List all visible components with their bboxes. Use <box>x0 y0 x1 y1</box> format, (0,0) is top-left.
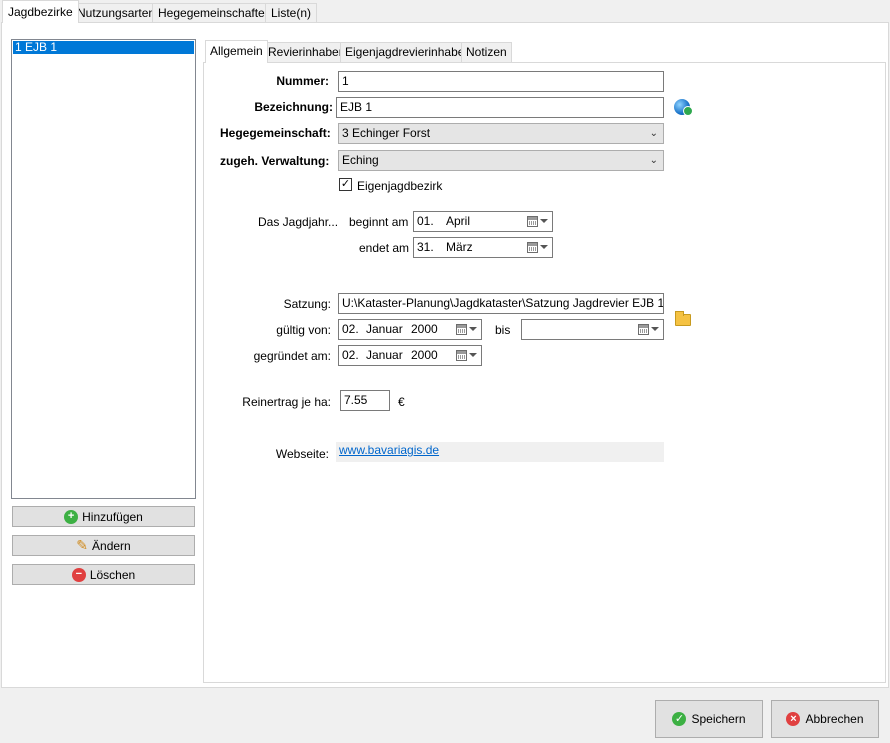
satzung-label: Satzung: <box>283 297 331 311</box>
gegruendet-label: gegründet am: <box>253 349 331 363</box>
dropdown-arrow-icon[interactable] <box>540 245 548 249</box>
plus-icon: + <box>64 509 79 524</box>
bezeichnung-label: Bezeichnung: <box>254 100 333 114</box>
save-button[interactable]: ✓ Speichern <box>655 700 763 738</box>
webseite-label: Webseite: <box>275 447 329 461</box>
tab-nutzungsarten[interactable]: Nutzungsarten <box>71 3 162 22</box>
nummer-label: Nummer: <box>276 74 329 88</box>
endet-label: endet am <box>359 241 410 255</box>
gueltig-month: Januar <box>366 322 403 336</box>
checkmark-icon: ✓ <box>672 712 687 726</box>
nummer-input[interactable]: 1 <box>338 71 664 92</box>
folder-open-icon[interactable] <box>675 311 691 326</box>
gueltig-von-date-picker[interactable]: 02. Januar 2000 <box>338 319 482 340</box>
beginnt-day: 01. <box>417 214 434 228</box>
hegegemeinschaft-select[interactable]: 3 Echinger Forst ⌄ <box>338 123 664 144</box>
satzung-input[interactable]: U:\Kataster-Planung\Jagdkataster\Satzung… <box>338 293 664 314</box>
edit-button-label: Ändern <box>92 538 131 553</box>
gegruendet-year: 2000 <box>411 348 438 362</box>
eigenjagd-checkbox[interactable]: ✓ <box>339 178 352 191</box>
verwaltung-label: zugeh. Verwaltung: <box>220 154 330 168</box>
gueltig-bis-date-picker[interactable] <box>521 319 664 340</box>
hegegemeinschaft-value: 3 Echinger Forst <box>342 126 431 140</box>
bezeichnung-input[interactable]: EJB 1 <box>336 97 664 118</box>
beginnt-date-picker[interactable]: 01. April <box>413 211 553 232</box>
calendar-icon[interactable] <box>527 242 538 253</box>
globe-icon[interactable] <box>674 99 693 116</box>
eigenjagd-label: Eigenjagdbezirk <box>357 179 443 193</box>
tab-jagdbezirke[interactable]: Jagdbezirke <box>2 0 79 23</box>
gueltig-label: gültig von: <box>276 323 331 337</box>
endet-date-picker[interactable]: 31. März <box>413 237 553 258</box>
calendar-icon[interactable] <box>456 350 467 361</box>
tab-allgemein[interactable]: Allgemein <box>205 40 268 63</box>
gueltig-day: 02. <box>342 322 359 336</box>
reinertrag-input[interactable]: 7.55 <box>340 390 390 411</box>
minus-icon: − <box>71 567 86 582</box>
hegegemeinschaft-label: Hegegemeinschaft: <box>220 126 331 140</box>
webseite-link[interactable]: www.bavariagis.de <box>339 443 439 457</box>
bis-label: bis <box>495 323 511 337</box>
list-item[interactable]: 1 EJB 1 <box>13 41 194 54</box>
endet-month: März <box>446 240 473 254</box>
gegruendet-month: Januar <box>366 348 403 362</box>
endet-day: 31. <box>417 240 434 254</box>
beginnt-label: beginnt am <box>349 215 409 229</box>
add-button[interactable]: + Hinzufügen <box>12 506 195 527</box>
edit-button[interactable]: ✎ Ändern <box>12 535 195 556</box>
calendar-icon[interactable] <box>638 324 649 335</box>
cancel-button-label: Abbrechen <box>805 712 864 726</box>
cancel-button[interactable]: × Abbrechen <box>771 700 879 738</box>
dropdown-arrow-icon[interactable] <box>469 353 477 357</box>
outer-tab-strip: Jagdbezirke Nutzungsarten Hegegemeinscha… <box>0 0 890 23</box>
dropdown-arrow-icon[interactable] <box>651 327 659 331</box>
tab-listen[interactable]: Liste(n) <box>265 3 318 22</box>
dropdown-arrow-icon[interactable] <box>469 327 477 331</box>
gegruendet-day: 02. <box>342 348 359 362</box>
calendar-icon[interactable] <box>456 324 467 335</box>
tab-hegegemeinschaften[interactable]: Hegegemeinschaften <box>152 3 278 22</box>
tab-revierinhaber[interactable]: Revierinhaber <box>263 42 348 62</box>
calendar-icon[interactable] <box>527 216 538 227</box>
jagdbezirke-list[interactable]: 1 EJB 1 <box>11 39 196 499</box>
currency-label: € <box>398 395 405 409</box>
dropdown-arrow-icon[interactable] <box>540 219 548 223</box>
tab-notizen[interactable]: Notizen <box>461 42 512 62</box>
chevron-down-icon: ⌄ <box>649 155 658 166</box>
reinertrag-label: Reinertrag je ha: <box>242 395 331 409</box>
tab-eigenjagdrevierinhaber[interactable]: Eigenjagdrevierinhaber <box>340 42 474 62</box>
add-button-label: Hinzufügen <box>82 509 143 524</box>
save-button-label: Speichern <box>691 712 746 726</box>
delete-button-label: Löschen <box>89 567 136 582</box>
pencil-icon: ✎ <box>76 537 89 553</box>
verwaltung-select[interactable]: Eching ⌄ <box>338 150 664 171</box>
jagdjahr-label: Das Jagdjahr... <box>258 215 339 229</box>
chevron-down-icon: ⌄ <box>649 128 658 139</box>
gegruendet-date-picker[interactable]: 02. Januar 2000 <box>338 345 482 366</box>
gueltig-year: 2000 <box>411 322 438 336</box>
delete-button[interactable]: − Löschen <box>12 564 195 585</box>
verwaltung-value: Eching <box>342 153 379 167</box>
close-icon: × <box>786 712 801 726</box>
beginnt-month: April <box>446 214 471 228</box>
